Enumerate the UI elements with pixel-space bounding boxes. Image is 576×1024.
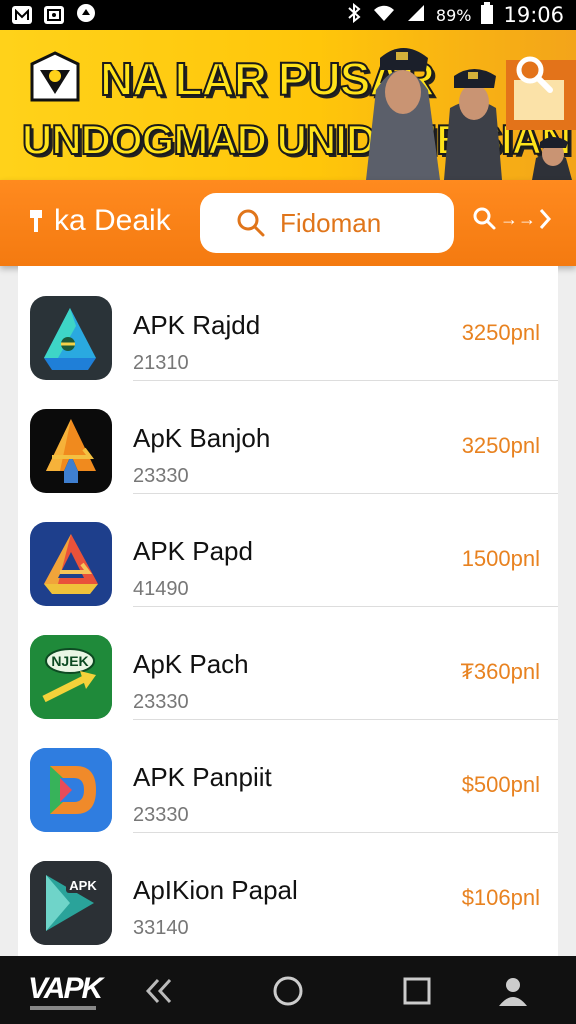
- list-item[interactable]: ApK Banjoh 23330 3250pnl: [18, 379, 558, 494]
- app-name: ApK Banjoh: [133, 423, 271, 453]
- app-name: APK Rajdd: [133, 310, 261, 340]
- app-downloads: 33140: [133, 917, 189, 939]
- bluetooth-icon: [346, 2, 362, 28]
- app-icon-badge: NJEK: [51, 653, 88, 669]
- app-icon-arrow-orange: [30, 409, 112, 493]
- forward-icon: [539, 209, 552, 229]
- bookmark-icon: [30, 210, 42, 232]
- banner-search-icon[interactable]: [514, 54, 554, 94]
- app-icon-apk-dark: APK: [30, 861, 112, 945]
- bottom-nav: VAPK: [0, 956, 576, 1024]
- list-item[interactable]: APK Panpiit 23330 $500pnl: [18, 718, 558, 833]
- clock: 19:06: [503, 3, 564, 27]
- status-bar: 89% 19:06: [0, 0, 576, 30]
- notification-icon-circle: [76, 3, 96, 28]
- app-list: APK Rajdd 21310 3250pnl ApK Banjoh 23330…: [18, 266, 558, 956]
- system-indicators: 89% 19:06: [346, 1, 564, 29]
- app-icon-d-blue: [30, 748, 112, 832]
- list-item[interactable]: APK Rajdd 21310 3250pnl: [18, 266, 558, 381]
- battery-icon: [481, 1, 494, 29]
- search-input[interactable]: Fidoman: [200, 193, 454, 253]
- back-icon[interactable]: [142, 974, 176, 1008]
- search-query: Fidoman: [280, 207, 382, 238]
- app-price: $500pnl: [461, 772, 540, 797]
- list-item[interactable]: NJEK ApK Pach 23330 ₮360pnl: [18, 605, 558, 720]
- search-toolbar: ka Deaik Fidoman →→: [0, 180, 576, 266]
- app-name: ApIKion Papal: [133, 875, 298, 905]
- notification-icon-image: [44, 6, 64, 24]
- app-downloads: 23330: [133, 691, 189, 713]
- recents-icon[interactable]: [400, 974, 434, 1008]
- app-icon-drive-blue: [30, 296, 112, 380]
- logo-underline: [30, 1006, 96, 1010]
- home-icon[interactable]: [271, 974, 305, 1008]
- search-icon: [237, 209, 265, 237]
- app-icon-njek-green: NJEK: [30, 635, 112, 719]
- emblem-icon: [30, 51, 80, 102]
- app-downloads: 21310: [133, 352, 189, 374]
- list-item[interactable]: APK ApIKion Papal 33140 $106pnl: [18, 831, 558, 945]
- notification-icon-m: [12, 6, 32, 24]
- app-downloads: 41490: [133, 578, 189, 600]
- app-name: APK Papd: [133, 536, 253, 566]
- brand[interactable]: ka Deaik: [28, 204, 171, 238]
- app-price: $106pnl: [461, 885, 540, 910]
- app-price: 3250pnl: [461, 320, 540, 345]
- app-name: ApK Pach: [133, 649, 249, 679]
- profile-icon[interactable]: [496, 974, 530, 1008]
- forward-glyph: →→: [500, 208, 536, 229]
- wifi-icon: [372, 3, 396, 28]
- search-forward-button[interactable]: →→: [472, 206, 552, 232]
- app-price: 3250pnl: [461, 433, 540, 458]
- app-downloads: 23330: [133, 465, 189, 487]
- nav-logo[interactable]: VAPK: [28, 972, 103, 1006]
- list-item[interactable]: APK Papd 41490 1500pnl: [18, 492, 558, 607]
- app-icon-badge: APK: [69, 878, 97, 893]
- notification-icons: [12, 3, 96, 28]
- brand-label: ka Deaik: [54, 204, 171, 237]
- app-price: 1500pnl: [461, 546, 540, 571]
- search-small-icon: [473, 207, 496, 230]
- app-downloads: 23330: [133, 804, 189, 826]
- app-name: APK Panpiit: [133, 762, 272, 792]
- promo-banner[interactable]: NA LAR PUSAR UNDOGMAD UNIDONE SIAN: [0, 30, 576, 180]
- app-icon-triangle-multicolor: [30, 522, 112, 606]
- signal-icon: [406, 3, 426, 28]
- officers-image: [366, 48, 576, 180]
- battery-percent: 89%: [435, 5, 472, 25]
- app-price: ₮360pnl: [460, 659, 540, 684]
